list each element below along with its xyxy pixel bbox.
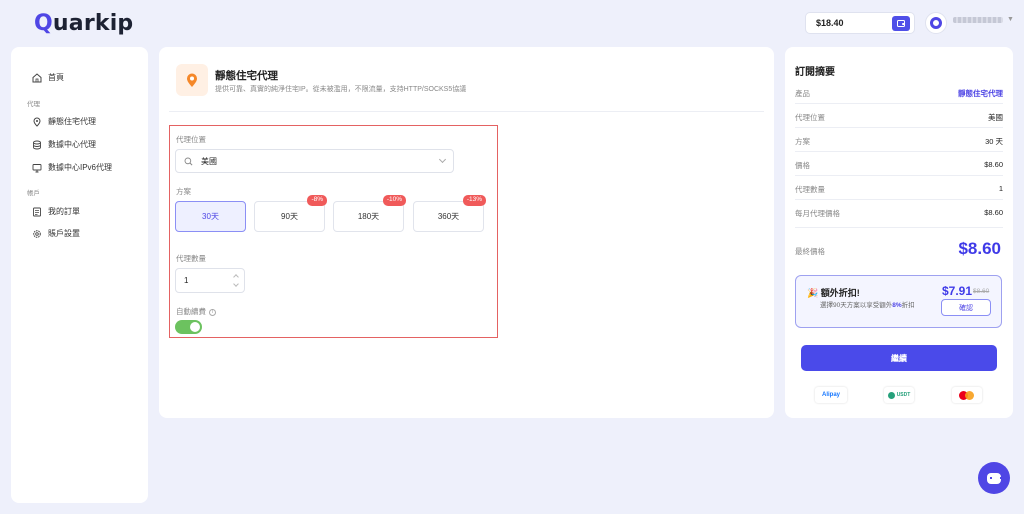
chat-icon [987,472,1002,484]
auto-renew-label: 自動續費 i [176,306,216,317]
decrement-icon[interactable] [233,281,239,287]
sidebar-item-account-settings[interactable]: 賬戶設置 [32,228,80,239]
balance-amount: $18.40 [816,18,844,28]
database-icon [33,140,41,149]
sidebar-item-static-residential[interactable]: 靜態住宅代理 [32,116,96,127]
quantity-stepper[interactable]: 1 [175,268,245,293]
location-pin-icon [33,117,41,127]
gear-icon [33,229,41,238]
plan-30-days[interactable]: 30天 [175,201,246,232]
plan-90-days[interactable]: 90天 -8% [254,195,327,232]
sidebar-item-datacenter[interactable]: 數據中心代理 [32,139,96,150]
summary-row-location: 代理位置 美國 [795,113,1003,122]
plan-label: 方案 [176,187,191,196]
summary-row-plan: 方案 30 天 [795,137,1003,146]
usdt-logo: USDT [884,387,914,403]
order-summary: 訂閱摘要 產品 靜態住宅代理 代理位置 美國 方案 30 天 價格 $8.60 … [785,47,1013,418]
sidebar-item-label: 首頁 [48,73,64,82]
chat-support-button[interactable] [978,462,1010,494]
orders-icon [33,207,41,216]
sidebar-item-label: 數據中心IPv6代理 [48,163,113,172]
avatar[interactable] [925,12,947,34]
nav-group-proxy: 代理 [27,101,40,108]
info-icon[interactable]: i [209,308,216,316]
mastercard-logo: mastercard [952,387,982,403]
continue-button[interactable]: 繼續 [801,345,997,371]
plan-label: 90天 [281,212,298,221]
home-icon [32,72,42,82]
summary-row-price: 價格 $8.60 [795,160,1003,170]
promo-old-price: $8.60 [973,288,990,295]
location-select[interactable]: 美國 [175,149,454,173]
summary-row-product: 產品 靜態住宅代理 [795,89,1003,98]
promo-price: $7.91 [942,284,973,298]
chevron-down-icon[interactable]: ▼ [1007,16,1014,23]
sidebar-item-my-orders[interactable]: 我的訂單 [32,206,80,217]
monitor-icon [32,163,42,172]
search-icon [184,157,193,165]
sidebar-item-label: 我的訂單 [48,207,80,216]
location-label: 代理位置 [176,135,206,144]
discount-badge: -13% [462,195,486,206]
mastercard-icon [959,390,975,400]
location-value: 美國 [201,156,217,166]
tether-icon [887,391,895,399]
avatar-icon [930,17,942,29]
discount-badge: -10% [382,195,406,206]
location-pin-icon [187,73,197,87]
wallet-button[interactable] [892,16,910,31]
final-price: $8.60 [958,239,1001,258]
logo-mark: Q [34,10,53,36]
sidebar-item-datacenter-ipv6[interactable]: 數據中心IPv6代理 [32,162,112,173]
promo-subtitle: 選擇90天方案以享受額外8%折扣 [820,302,915,309]
summary-row-monthly-price: 每月代理價格 $8.60 [795,208,1003,218]
auto-renew-toggle[interactable] [175,320,202,334]
sidebar: 首頁 代理 靜態住宅代理 數據中心代理 數據中心IPv6代理 帳戶 我的訂單 賬… [11,47,148,503]
sidebar-item-label: 賬戶設置 [48,229,80,238]
party-icon: 🎉 [807,288,819,298]
sidebar-item-home[interactable]: 首頁 [32,72,64,83]
product-description: 提供可靠、真實的純淨住宅IP。從未被濫用，不限流量，支持HTTP/SOCKS5協… [215,86,467,93]
product-card: 靜態住宅代理 提供可靠、真實的純淨住宅IP。從未被濫用，不限流量，支持HTTP/… [159,47,774,418]
nav-group-account: 帳戶 [27,190,40,197]
logo-text: uarkip [52,10,134,36]
page-title: 靜態住宅代理 [215,70,278,82]
promo-title: 額外折扣! [820,288,860,298]
alipay-logo: Alipay [815,387,847,403]
sidebar-item-label: 數據中心代理 [48,140,96,149]
quantity-value: 1 [184,276,189,285]
plan-label: 30天 [202,212,219,221]
summary-title: 訂閱摘要 [795,67,835,78]
chevron-down-icon [438,155,447,164]
plan-360-days[interactable]: 360天 -13% [413,195,486,232]
auto-renew-text: 自動續費 [176,307,206,316]
username-redacted[interactable] [953,17,1003,23]
confirm-discount-button[interactable]: 確認 [941,299,991,316]
logo[interactable]: Quarkip [34,10,133,36]
plan-label: 180天 [357,212,380,221]
plan-180-days[interactable]: 180天 -10% [333,195,406,232]
wallet-icon [897,20,905,27]
divider [169,111,764,112]
product-icon [176,64,208,96]
sidebar-item-label: 靜態住宅代理 [48,117,96,126]
plan-label: 360天 [437,212,460,221]
final-price-label: 最終價格 [795,247,825,256]
summary-row-quantity: 代理數量 1 [795,184,1003,194]
discount-badge: -8% [307,195,327,206]
extra-discount-card: 🎉 額外折扣! 選擇90天方案以享受額外8%折扣 $7.91 $8.60 確認 [795,275,1002,328]
balance-display: $18.40 [805,12,915,34]
quantity-label: 代理數量 [176,254,206,263]
increment-icon[interactable] [233,274,239,280]
